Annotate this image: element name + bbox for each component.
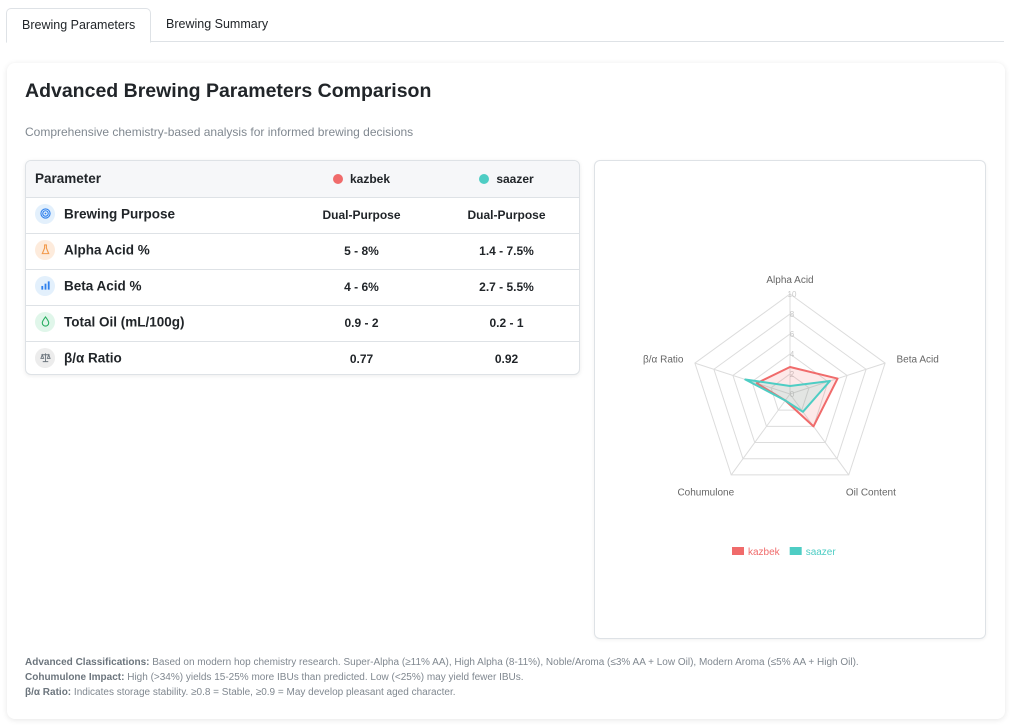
- table-row: β/α Ratio 0.77 0.92: [26, 341, 579, 374]
- tab-brewing-summary[interactable]: Brewing Summary: [151, 8, 283, 42]
- note-line: β/α Ratio: Indicates storage stability. …: [25, 685, 985, 700]
- value-cell: Dual-Purpose: [289, 197, 434, 234]
- page-title: Advanced Brewing Parameters Comparison: [25, 80, 432, 102]
- value-cell: 0.77: [349, 352, 374, 367]
- parameters-table: Parameter kazbek saazer Brewing Purpose …: [25, 160, 580, 375]
- note-label: Advanced Classifications:: [25, 657, 150, 668]
- classification-notes: Advanced Classifications: Based on moder…: [25, 655, 985, 700]
- kazbek-color-dot: [332, 173, 343, 184]
- radar-axis-label: β/α Ratio: [643, 354, 684, 365]
- param-column-header: Parameter: [26, 161, 289, 198]
- droplet-icon: [35, 312, 55, 332]
- hop-column-header: saazer: [434, 161, 579, 198]
- tab-brewing-parameters[interactable]: Brewing Parameters: [6, 8, 152, 43]
- value-cell: 5 - 8%: [289, 233, 434, 270]
- note-line: Cohumulone Impact: High (>34%) yields 15…: [25, 670, 985, 685]
- param-cell: Beta Acid %: [26, 269, 289, 306]
- tab-bar: Brewing Parameters Brewing Summary: [6, 8, 1004, 43]
- radar-axis-label: Alpha Acid: [766, 275, 813, 286]
- value-cell: 0.9 - 2: [289, 305, 434, 342]
- hop-name: saazer: [496, 171, 534, 186]
- legend-label-saazer: saazer: [806, 547, 837, 558]
- note-label: β/α Ratio:: [25, 687, 72, 698]
- value-cell: Dual-Purpose: [434, 197, 579, 234]
- radar-tick-label: 10: [788, 290, 797, 299]
- note-text: Indicates storage stability. ≥0.8 = Stab…: [71, 687, 456, 698]
- param-label: Beta Acid %: [64, 278, 142, 294]
- value-cell: 0.92: [494, 352, 519, 367]
- page-subtitle: Comprehensive chemistry-based analysis f…: [25, 125, 414, 139]
- comparison-card: Advanced Brewing Parameters Comparison C…: [7, 63, 1005, 719]
- hop-column-header: kazbek: [289, 161, 434, 198]
- param-label: Brewing Purpose: [64, 206, 176, 222]
- legend-swatch-saazer: [789, 547, 802, 555]
- note-label: Cohumulone Impact:: [25, 672, 125, 683]
- value-cell: 0.2 - 1: [434, 305, 579, 342]
- note-line: Advanced Classifications: Based on moder…: [25, 655, 985, 670]
- table-row: Beta Acid % 4 - 6% 2.7 - 5.5%: [26, 269, 579, 306]
- radar-tick-label: 8: [790, 310, 795, 319]
- param-label: Alpha Acid %: [64, 242, 150, 258]
- radar-axis-label: Beta Acid: [897, 354, 939, 365]
- table-row: Brewing Purpose Dual-Purpose Dual-Purpos…: [26, 197, 579, 234]
- table-row: Alpha Acid % 5 - 8% 1.4 - 7.5%: [26, 233, 579, 270]
- radar-axis-label: Cohumulone: [677, 488, 734, 499]
- value-cell: 2.7 - 5.5%: [434, 269, 579, 306]
- param-cell: β/α Ratio: [26, 341, 289, 374]
- bar-chart-icon: [35, 276, 55, 296]
- radar-spoke: [730, 393, 791, 476]
- table-row: Total Oil (mL/100g) 0.9 - 2 0.2 - 1: [26, 305, 579, 342]
- note-text: Based on modern hop chemistry research. …: [149, 657, 859, 668]
- legend-label-kazbek: kazbek: [748, 547, 781, 558]
- radar-chart-panel: 0 2 4 6 8 10 Alpha Acid Beta Acid Oil Content Coh…: [594, 160, 986, 639]
- hop-name: kazbek: [349, 171, 391, 186]
- param-label: β/α Ratio: [64, 350, 122, 366]
- param-cell: Total Oil (mL/100g): [26, 305, 289, 342]
- note-text: High (>34%) yields 15-25% more IBUs than…: [124, 672, 524, 683]
- param-cell: Brewing Purpose: [26, 197, 289, 234]
- radar-tick-label: 4: [790, 350, 795, 359]
- scale-icon: [35, 348, 55, 369]
- target-icon: [35, 204, 55, 224]
- radar-chart: 0246810Alpha AcidBeta AcidOil ContentCoh…: [643, 275, 939, 558]
- radar-tick-label: 6: [790, 330, 795, 339]
- value-cell: 1.4 - 7.5%: [434, 233, 579, 270]
- value-cell: 4 - 6%: [289, 269, 434, 306]
- legend-swatch-kazbek: [732, 547, 744, 555]
- flask-icon: [35, 240, 55, 260]
- param-cell: Alpha Acid %: [26, 233, 289, 270]
- param-label: Total Oil (mL/100g): [64, 314, 185, 330]
- table-header-row: Parameter kazbek saazer: [26, 161, 579, 198]
- radar-axis-label: Oil Content: [846, 488, 896, 499]
- saazer-color-dot: [479, 173, 490, 184]
